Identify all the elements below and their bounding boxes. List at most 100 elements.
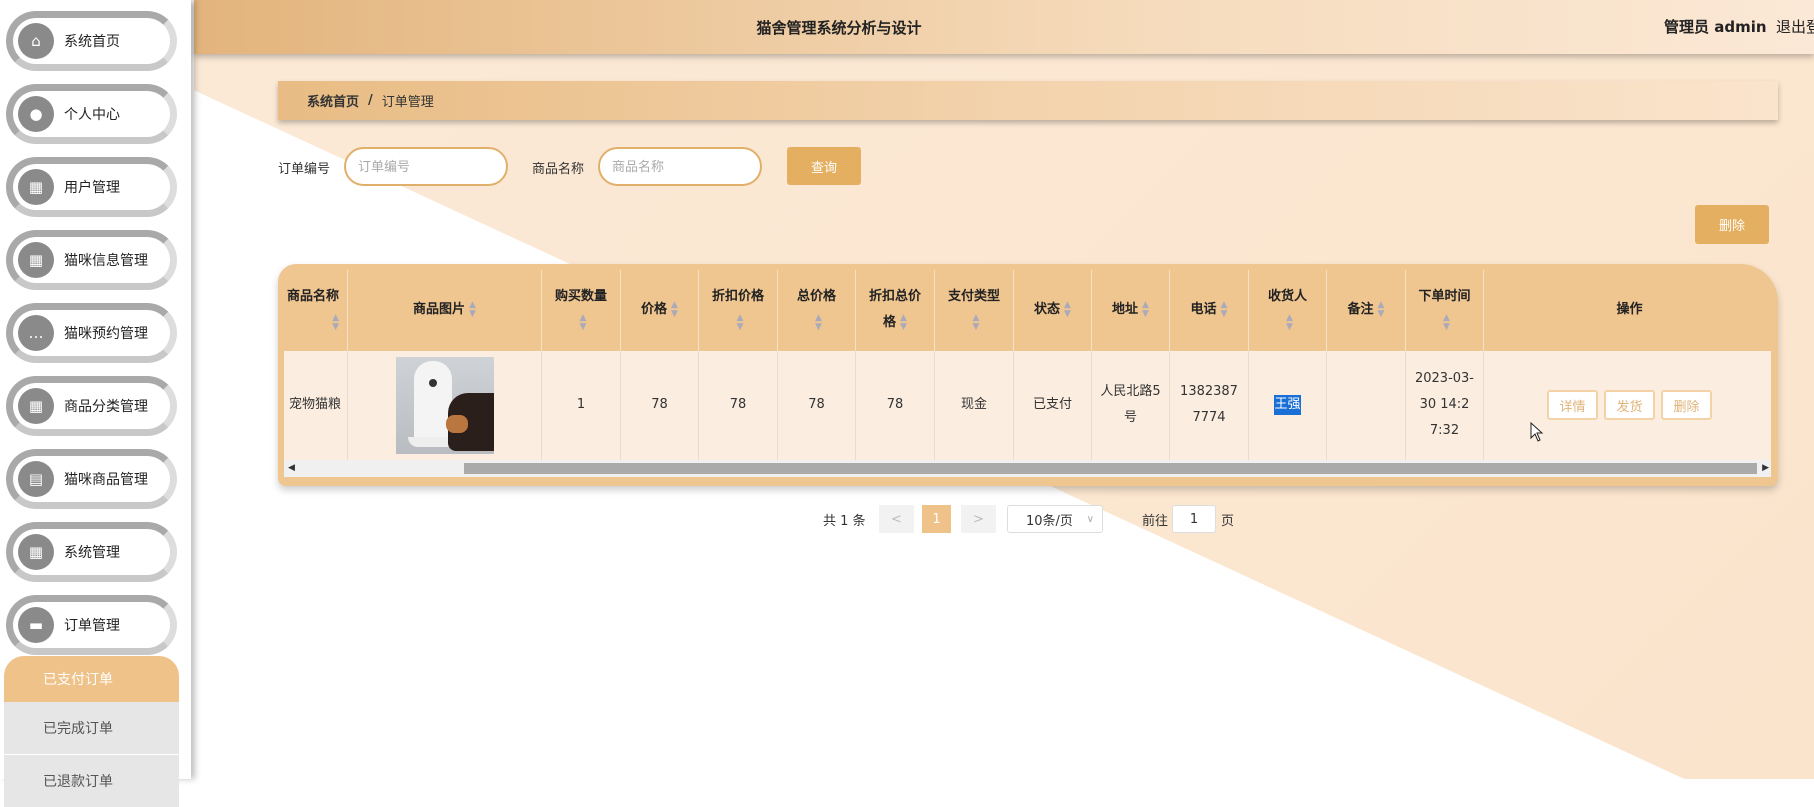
product-image[interactable] [395,356,494,454]
page-unit-label: 页 [1221,513,1235,529]
table-cell [348,350,542,461]
sidebar-item-1[interactable]: ● 个人中心 [6,84,177,144]
table-cell: 宠物猫粮 [284,350,348,461]
table-cell [1327,350,1406,461]
sidebar-item-label: 猫咪预约管理 [64,326,148,342]
breadcrumb-separator: / [368,93,373,108]
column-header[interactable]: 价格 ▲ ▼ [621,270,699,351]
column-header[interactable]: 操作 [1484,270,1771,351]
query-button[interactable]: 查询 [787,147,861,185]
column-header[interactable]: 地址 ▲ ▼ [1092,270,1170,351]
table-row: 宠物猫粮 1 78 78 78 78 现金 已支付 人民北路5号 13823877774 王强 20… [284,350,1771,461]
sort-icon[interactable]: ▲ ▼ [973,313,980,332]
column-header[interactable]: 下单时间 ▲ ▼ [1406,270,1484,351]
sort-icon[interactable]: ▲ ▼ [469,300,476,319]
column-header[interactable]: 总价格 ▲ ▼ [778,270,856,351]
column-header[interactable]: 折扣总价格 ▲ ▼ [856,270,935,351]
sidebar-item-5[interactable]: ▦ 商品分类管理 [6,376,177,436]
column-header[interactable]: 购买数量 ▲ ▼ [542,270,621,351]
orders-table-card: 商品名称 ▲ ▼ 商品图片 ▲ ▼ 购买数量 ▲ ▼ 价格 ▲ ▼ 折扣价格 ▲ ▼ 总价格 ▲ ▼ 折扣总价格 ▲ ▼… [278,264,1778,486]
sort-icon[interactable]: ▲ ▼ [1064,300,1071,319]
sidebar-item-2[interactable]: ▦ 用户管理 [6,157,177,217]
page-size-select[interactable]: 10条/页 ∨ [1007,505,1103,533]
column-label: 电话 [1190,302,1217,318]
prev-page-button[interactable]: < [879,505,914,533]
sort-icon[interactable]: ▲ ▼ [1378,300,1385,319]
column-label: 状态 [1034,302,1061,318]
sidebar-item-0[interactable]: ⌂ 系统首页 [6,11,177,71]
sidebar-item-label: 个人中心 [64,107,120,123]
clipboard-icon: ▤ [18,461,54,497]
column-header[interactable]: 商品名称 ▲ ▼ [284,270,348,351]
sort-icon[interactable]: ▲ ▼ [580,313,587,332]
logout-link[interactable]: 退出登录 [1776,16,1814,37]
sort-icon[interactable]: ▲ ▼ [737,313,744,332]
sort-icon[interactable]: ▲ ▼ [671,300,678,319]
cell-value: 2023-03-30 14:27:32 [1414,371,1474,439]
sidebar-item-label: 猫咪信息管理 [64,253,148,269]
column-label: 折扣价格 [711,289,764,305]
mouse-cursor-icon [1530,422,1544,442]
horizontal-scrollbar[interactable]: ◀ ▶ [284,460,1771,477]
sidebar-item-label: 系统管理 [64,545,120,561]
sidebar-item-8[interactable]: ▬ 订单管理 [6,595,177,655]
submenu-item-2[interactable]: 已退款订单 [4,755,179,807]
submenu-item-1[interactable]: 已完成订单 [4,702,179,754]
sidebar-item-4[interactable]: … 猫咪预约管理 [6,303,177,363]
table-cell: 现金 [935,350,1014,461]
column-header[interactable]: 折扣价格 ▲ ▼ [699,270,778,351]
scroll-left-icon[interactable]: ◀ [288,460,295,477]
next-page-button[interactable]: > [961,505,996,533]
column-label: 下单时间 [1418,289,1471,305]
sidebar-item-6[interactable]: ▤ 猫咪商品管理 [6,449,177,509]
user-icon: ● [18,96,54,132]
sort-icon[interactable]: ▲ ▼ [1286,313,1293,332]
column-header[interactable]: 状态 ▲ ▼ [1014,270,1092,351]
column-header[interactable]: 支付类型 ▲ ▼ [935,270,1014,351]
sort-icon[interactable]: ▲ ▼ [1142,300,1149,319]
cell-value: 13823877774 [1180,384,1238,426]
batch-delete-button[interactable]: 删除 [1695,205,1769,244]
current-user: 管理员 admin [1664,18,1767,36]
column-label: 商品名称 [286,289,339,305]
cell-value: 78 [886,397,904,413]
column-label: 操作 [1616,302,1643,318]
scroll-right-icon[interactable]: ▶ [1762,460,1769,477]
scrollbar-thumb[interactable] [464,463,1757,475]
grid-icon: ▦ [18,534,54,570]
sort-icon[interactable]: ▲ ▼ [1443,313,1450,332]
cell-value: 1 [576,397,586,413]
breadcrumb-home[interactable]: 系统首页 [307,91,359,110]
top-header: 猫舍管理系统分析与设计 管理员 admin 退出登录 [194,0,1814,54]
product-name-input[interactable] [598,147,762,186]
goto-page-input[interactable]: 1 [1172,505,1216,533]
cell-value: 宠物猫粮 [288,397,341,413]
table-header: 商品名称 ▲ ▼ 商品图片 ▲ ▼ 购买数量 ▲ ▼ 价格 ▲ ▼ 折扣价格 ▲ ▼ 总价格 ▲ ▼ 折扣总价格 ▲ ▼… [284,270,1771,351]
column-header[interactable]: 电话 ▲ ▼ [1170,270,1249,351]
sort-icon[interactable]: ▲ ▼ [900,313,907,332]
detail-button[interactable]: 详情 [1547,390,1598,421]
submenu-item-0[interactable]: 已支付订单 [4,656,179,702]
page-size-value: 10条/页 [1026,513,1073,529]
monitor-icon: ▬ [18,607,54,643]
delete-button[interactable]: 删除 [1661,390,1712,421]
grid-icon: ▦ [18,242,54,278]
sort-icon[interactable]: ▲ ▼ [332,313,339,332]
page-1-button[interactable]: 1 [922,505,951,533]
column-label: 备注 [1347,302,1374,318]
table-cell: 78 [699,350,778,461]
column-header[interactable]: 备注 ▲ ▼ [1327,270,1406,351]
pagination-total: 共 1 条 [823,513,866,529]
sort-icon[interactable]: ▲ ▼ [1221,300,1228,319]
cell-value: 78 [651,397,668,413]
column-header[interactable]: 收货人 ▲ ▼ [1249,270,1327,351]
sort-icon[interactable]: ▲ ▼ [815,313,822,332]
table-cell: 13823877774 [1170,350,1249,461]
sidebar-item-7[interactable]: ▦ 系统管理 [6,522,177,582]
ship-button[interactable]: 发货 [1604,390,1655,421]
order-no-input[interactable] [344,147,508,186]
table-cell: 人民北路5号 [1092,350,1170,461]
sidebar-item-3[interactable]: ▦ 猫咪信息管理 [6,230,177,290]
column-header[interactable]: 商品图片 ▲ ▼ [348,270,542,351]
column-label: 支付类型 [947,289,1000,305]
